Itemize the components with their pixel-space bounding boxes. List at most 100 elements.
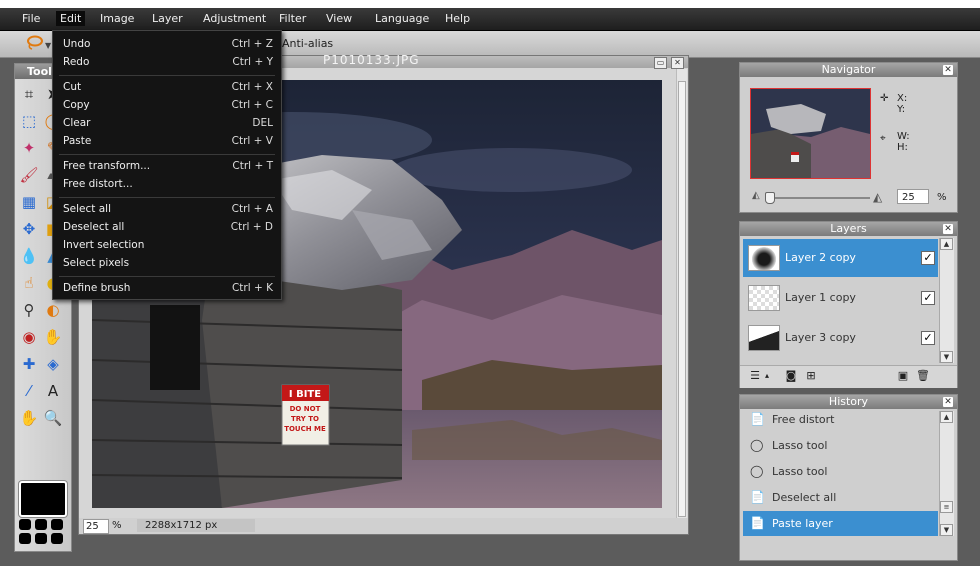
close-icon[interactable]: ✕ [943,397,953,407]
menu-item-shortcut: DEL [252,117,273,129]
history-row[interactable]: ◯ Lasso tool [743,459,938,484]
layer-visibility-checkbox[interactable]: ✓ [921,251,935,265]
history-label: Lasso tool [772,465,828,478]
swatch-dot[interactable] [51,519,63,530]
gradient-icon[interactable]: ▦ [19,192,39,212]
document-icon: 📄 [750,516,765,530]
layer-name: Layer 3 copy [785,331,856,344]
layer-visibility-checkbox[interactable]: ✓ [921,291,935,305]
layer-mask-icon[interactable]: ◙ [784,370,798,382]
crop-icon[interactable]: ⌗ [19,84,39,104]
menu-filter[interactable]: Filter [275,11,310,26]
picker-icon[interactable]: ⁄ [19,381,39,401]
menu-item-redo[interactable]: Redo Ctrl + Y [63,54,273,71]
red-eye-icon[interactable]: ◉ [19,327,39,347]
menu-separator [59,154,275,155]
zoom-in-icon[interactable]: ◭ [873,190,882,204]
menu-view[interactable]: View [322,11,356,26]
scroll-up-icon[interactable]: ▲ [940,411,953,423]
burn-icon[interactable]: ✋ [43,327,63,347]
menu-image[interactable]: Image [96,11,138,26]
history-row[interactable]: ◯ Lasso tool [743,433,938,458]
zoom-slider-track[interactable] [770,197,870,199]
menu-item-paste[interactable]: Paste Ctrl + V [63,133,273,150]
scroll-down-icon[interactable]: ▼ [940,351,953,363]
wand-icon[interactable]: ✦ [19,138,39,158]
menu-edit[interactable]: Edit [56,11,86,26]
layer-name: Layer 1 copy [785,291,856,304]
foreground-color-swatch[interactable] [19,481,67,517]
layer-thumbnail [748,285,780,311]
swatch-dot[interactable] [35,533,47,544]
menu-bar: File Edit Image Layer Adjustment Filter … [0,8,980,31]
close-icon[interactable]: ✕ [943,65,953,75]
menu-item-cut[interactable]: Cut Ctrl + X [63,79,273,96]
menu-item-define-brush[interactable]: Define brush Ctrl + K [63,280,273,297]
swatch-dot[interactable] [35,519,47,530]
dropdown-icon[interactable]: ▴ [760,370,774,382]
close-icon[interactable]: ✕ [671,57,684,69]
layer-row[interactable]: Layer 2 copy ✓ [743,239,938,277]
layer-visibility-checkbox[interactable]: ✓ [921,331,935,345]
menu-item-undo[interactable]: Undo Ctrl + Z [63,36,273,53]
spot-heal-icon[interactable]: ✚ [19,354,39,374]
smudge-icon[interactable]: ☝ [19,273,39,293]
duplicate-layer-icon[interactable]: ▣ [896,370,910,382]
type-icon[interactable]: A [43,381,63,401]
swatch-dot[interactable] [51,533,63,544]
history-row[interactable]: 📄 Free distort [743,407,938,432]
menu-file[interactable]: File [18,11,44,26]
menu-language[interactable]: Language [371,11,433,26]
image-scrollbar[interactable] [676,69,687,519]
menu-item-label: Paste [63,135,92,147]
menu-item-select-all[interactable]: Select all Ctrl + A [63,201,273,218]
tool-preset-dropdown-icon[interactable]: ▼ [45,41,51,50]
swatch-dot[interactable] [19,519,31,530]
menu-item-invert-selection[interactable]: Invert selection [63,237,273,254]
menu-item-shortcut: Ctrl + X [231,81,273,93]
new-layer-icon[interactable]: ⊞ [804,370,818,382]
dodge-icon[interactable]: ◐ [43,300,63,320]
delete-icon[interactable]: 🗑 [916,370,930,382]
maximize-icon[interactable]: ▭ [654,57,667,69]
zoom-icon[interactable]: 🔍 [43,408,63,428]
swatch-dot[interactable] [19,533,31,544]
replace-color-icon[interactable]: ✥ [19,219,39,239]
blur-icon[interactable]: 💧 [19,246,39,266]
history-row[interactable]: 📄 Paste layer [743,511,938,536]
history-row[interactable]: 📄 Deselect all [743,485,938,510]
layer-row[interactable]: Layer 3 copy ✓ [743,319,938,357]
marquee-icon[interactable]: ⬚ [19,111,39,131]
menu-item-clear[interactable]: Clear DEL [63,115,273,132]
menu-item-free-transform[interactable]: Free transform... Ctrl + T [63,158,273,175]
menu-adjustment[interactable]: Adjustment [199,11,270,26]
zoom-out-icon[interactable]: ◭ [752,190,760,201]
brush-icon[interactable]: 🖌 [19,165,39,185]
navigator-zoom-input[interactable]: 25 [897,189,929,204]
layers-scrollbar[interactable]: ▲ ▼ [939,238,954,363]
layer-name: Layer 2 copy [785,251,856,264]
clone-icon[interactable]: ⚲ [19,300,39,320]
menu-separator [59,276,275,277]
bloat-icon[interactable]: ◈ [43,354,63,374]
image-zoom-input[interactable]: 25 [83,519,109,534]
menu-item-free-distort[interactable]: Free distort... [63,176,273,193]
menu-item-deselect-all[interactable]: Deselect all Ctrl + D [63,219,273,236]
menu-item-label: Cut [63,81,82,93]
navigator-thumbnail[interactable] [750,88,871,179]
antialias-label[interactable]: Anti-alias [282,37,333,50]
scroll-thumb[interactable]: ≡ [940,501,953,513]
close-icon[interactable]: ✕ [943,224,953,234]
hand-icon[interactable]: ✋ [19,408,39,428]
menu-item-copy[interactable]: Copy Ctrl + C [63,97,273,114]
menu-layer[interactable]: Layer [148,11,187,26]
navigator-title: Navigator [740,63,957,77]
lasso-icon[interactable] [25,35,45,51]
history-scrollbar[interactable]: ▲ ≡ ▼ [939,411,954,536]
zoom-slider-thumb[interactable] [765,192,775,204]
scroll-up-icon[interactable]: ▲ [940,238,953,250]
scroll-down-icon[interactable]: ▼ [940,524,953,536]
menu-help[interactable]: Help [441,11,474,26]
layer-row[interactable]: Layer 1 copy ✓ [743,279,938,317]
menu-item-select-pixels[interactable]: Select pixels [63,255,273,272]
